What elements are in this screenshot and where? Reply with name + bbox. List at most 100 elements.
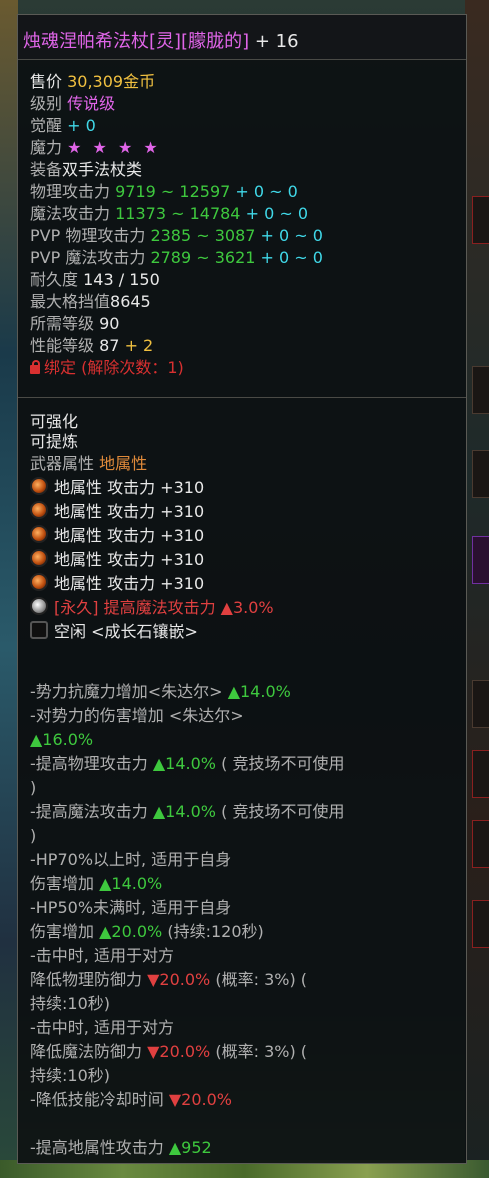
effect-text: 伤害增加 — [30, 874, 95, 893]
effect-row: 持续:10秒) — [30, 1065, 110, 1087]
effect-row: ) — [30, 825, 36, 847]
effect-value: ▲14.0% — [152, 802, 217, 821]
effect-text: -降低技能冷却时间 — [30, 1090, 164, 1109]
bind-status: 绑定 (解除次数：1) — [44, 358, 184, 377]
effect-text: -对势力的伤害增加 <朱达尔> — [30, 706, 244, 725]
effect-text: ) — [30, 826, 37, 845]
effect-text: -提高物理攻击力 — [30, 754, 148, 773]
effect-text: ) — [30, 778, 37, 797]
earth-gem-icon — [30, 573, 48, 591]
effect-text: 持续:10秒) — [30, 994, 110, 1013]
price-value: 30,309金币 — [67, 72, 156, 91]
effect-row: -提高魔法攻击力 ▲14.0% ( 竞技场不可使用 — [30, 801, 344, 823]
inventory-slot[interactable] — [472, 196, 489, 244]
awaken-value: + 0 — [67, 116, 96, 135]
gem-row: 地属性 攻击力 +310 — [30, 477, 204, 499]
phys-atk-row: 物理攻击力 9719 ~ 12597 + 0 ~ 0 — [30, 182, 298, 201]
effect-text: 降低魔法防御力 — [30, 1042, 143, 1061]
inventory-slot[interactable] — [472, 536, 489, 584]
effect-text: -提高魔法攻击力 — [30, 1162, 148, 1163]
magic-stars: ★ ★ ★ ★ — [67, 138, 161, 157]
empty-socket-icon — [30, 621, 48, 639]
upgrade-level: + 16 — [254, 31, 299, 52]
magic-row: 魔力 ★ ★ ★ ★ — [30, 138, 161, 157]
effect-text: -HP50%未满时, 适用于自身 — [30, 898, 232, 917]
effect-row: 伤害增加 ▲20.0% (持续:120秒) — [30, 921, 264, 943]
effect-row: 降低魔法防御力 ▼20.0% (概率: 3%) ( — [30, 1041, 307, 1063]
lock-icon — [30, 360, 40, 374]
effect-text: -击中时, 适用于对方 — [30, 946, 174, 965]
earth-gem-icon — [30, 525, 48, 543]
inventory-slot[interactable] — [472, 366, 489, 414]
effect-value: ▲16.0% — [30, 730, 94, 749]
earth-gem-icon — [30, 549, 48, 567]
inventory-slot[interactable] — [472, 820, 489, 868]
gem-row: 地属性 攻击力 +310 — [30, 573, 204, 595]
effect-value: ▼20.0% — [147, 970, 211, 989]
stats-section: 售价 30,309金币 级别 传说级 觉醒 + 0 魔力 ★ ★ ★ ★ 装备双… — [18, 71, 466, 401]
weapon-attr-value: 地属性 — [99, 454, 148, 473]
effect-value: ▲20.0% — [99, 922, 163, 941]
gem-row: 地属性 攻击力 +310 — [30, 525, 204, 547]
effect-row: -势力抗魔力增加<朱达尔> ▲14.0% — [30, 681, 291, 703]
effect-value: ▼20.0% — [147, 1042, 211, 1061]
effect-row: 持续:10秒) — [30, 993, 110, 1015]
item-name: 烛魂涅帕希法杖[灵][朦胧的] + 16 — [23, 27, 299, 53]
effect-note: (持续:120秒) — [167, 922, 264, 941]
enhance-row: 可强化 — [30, 412, 79, 431]
price-row: 售价 30,309金币 — [30, 72, 156, 91]
permanent-gem-row: [永久] 提高魔法攻击力 ▲3.0% — [30, 597, 274, 619]
earth-gem-icon — [30, 477, 48, 495]
effect-note: ( 竞技场不可使用 — [221, 802, 345, 821]
effect-row: -击中时, 适用于对方 — [30, 945, 174, 967]
effect-text: 伤害增加 — [30, 922, 95, 941]
effect-note: (概率: 3%) ( — [215, 1042, 308, 1061]
right-inventory-strip — [465, 0, 489, 1178]
inventory-slot[interactable] — [472, 450, 489, 498]
effect-text: 持续:10秒) — [30, 1066, 110, 1085]
block-row: 最大格挡值8645 — [30, 292, 151, 311]
perf-level-row: 性能等级 87 + 2 — [30, 336, 154, 355]
tooltip-title-bar: 烛魂涅帕希法杖[灵][朦胧的] + 16 — [18, 15, 466, 60]
awaken-row: 觉醒 + 0 — [30, 116, 96, 135]
effect-row: 伤害增加 ▲14.0% — [30, 873, 162, 895]
inventory-slot[interactable] — [472, 900, 489, 948]
effect-text: -势力抗魔力增加<朱达尔> — [30, 682, 223, 701]
effect-row: -HP50%未满时, 适用于自身 — [30, 897, 231, 919]
effect-text: -提高魔法攻击力 — [30, 802, 148, 821]
refine-row: 可提炼 — [30, 432, 79, 451]
item-name-text: 烛魂涅帕希法杖[灵][朦胧的] — [23, 31, 250, 52]
effect-row: ▲16.0% — [30, 729, 93, 751]
equip-value: 双手法杖类 — [62, 160, 143, 179]
mag-atk-row: 魔法攻击力 11373 ~ 14784 + 0 ~ 0 — [30, 204, 309, 223]
effect-row: -击中时, 适用于对方 — [30, 1017, 174, 1039]
durability-row: 耐久度 143 / 150 — [30, 270, 160, 289]
req-level-row: 所需等级 90 — [30, 314, 120, 333]
effect-row: -HP70%以上时, 适用于自身 — [30, 849, 231, 871]
empty-socket-row: 空闲 <成长石镶嵌> — [30, 621, 198, 643]
effect-value: ▲952 — [168, 1138, 212, 1157]
white-gem-icon — [30, 597, 48, 615]
effect-value: ▲14.0% — [152, 754, 217, 773]
effect-value: ▲3000 — [153, 1162, 206, 1163]
earth-gem-icon — [30, 501, 48, 519]
inventory-slot[interactable] — [472, 680, 489, 728]
grade-row: 级别 传说级 — [30, 94, 116, 113]
pvp-phys-row: PVP 物理攻击力 2385 ~ 3087 + 0 ~ 0 — [30, 226, 323, 245]
effect-row: -提高地属性攻击力 ▲952 — [30, 1137, 212, 1159]
left-scene-strip — [0, 0, 18, 1178]
grade-value: 传说级 — [67, 94, 116, 113]
effect-text: -提高地属性攻击力 — [30, 1138, 164, 1157]
inventory-slot[interactable] — [472, 750, 489, 798]
item-tooltip: 烛魂涅帕希法杖[灵][朦胧的] + 16 售价 30,309金币 级别 传说级 … — [17, 14, 467, 1164]
effect-text: -击中时, 适用于对方 — [30, 1018, 174, 1037]
effect-row: -提高物理攻击力 ▲14.0% ( 竞技场不可使用 — [30, 753, 344, 775]
effect-row: -对势力的伤害增加 <朱达尔> — [30, 705, 244, 727]
effect-note: ( 竞技场不可使用 — [221, 754, 345, 773]
effect-row: -提高魔法攻击力 ▲3000 — [30, 1161, 206, 1163]
pvp-mag-row: PVP 魔法攻击力 2789 ~ 3621 + 0 ~ 0 — [30, 248, 323, 267]
effect-text: -HP70%以上时, 适用于自身 — [30, 850, 232, 869]
effect-note: (概率: 3%) ( — [215, 970, 308, 989]
weapon-attr-row: 武器属性 地属性 — [30, 454, 148, 473]
gem-row: 地属性 攻击力 +310 — [30, 549, 204, 571]
